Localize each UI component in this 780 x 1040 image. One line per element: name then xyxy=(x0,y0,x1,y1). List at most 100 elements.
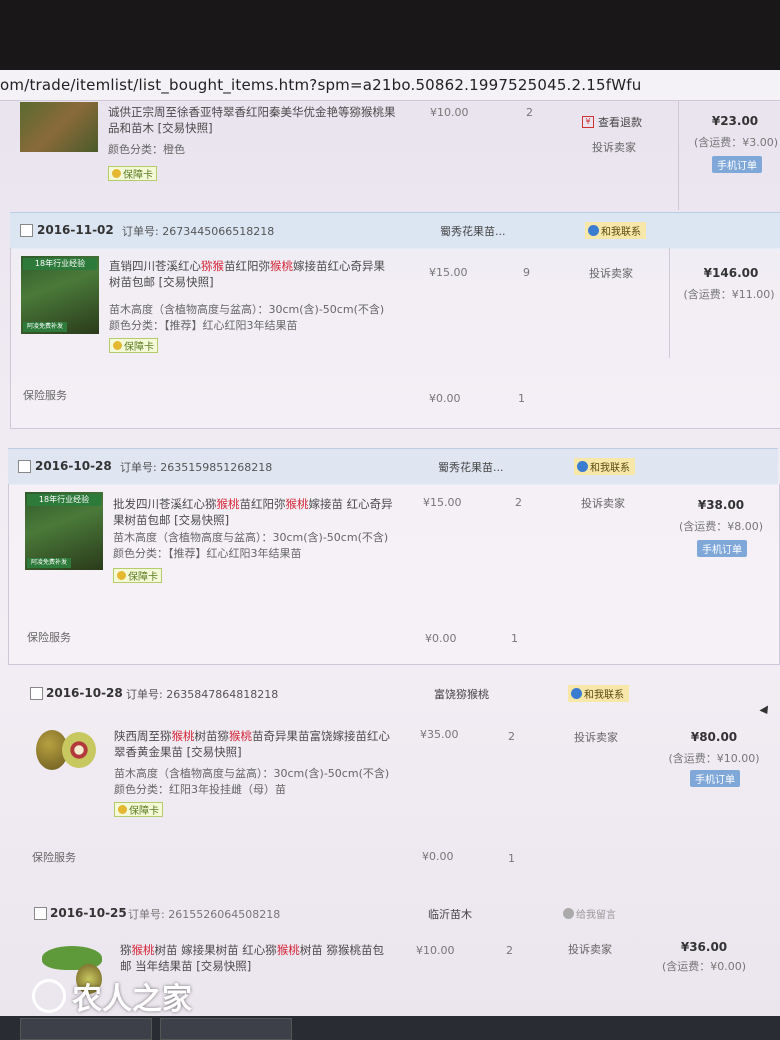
order-checkbox[interactable] xyxy=(18,460,31,473)
chat-icon xyxy=(563,908,574,919)
title-part: 批发四川苍溪红心猕 xyxy=(113,497,217,511)
insure-tag[interactable]: 保障卡 xyxy=(109,338,158,353)
mobile-order-badge: 手机订单 xyxy=(697,538,747,557)
item-title[interactable]: 诚供正宗周至徐香亚特翠香红阳秦美华优金艳等猕猴桃果品和苗木 [交易快照] xyxy=(108,104,398,136)
contact-label: 和我联系 xyxy=(601,227,641,238)
thumb-banner: 18年行业经验 xyxy=(23,258,97,270)
item-attr: 苗木高度（含植物高度与盆高）：30cm(含)-50cm(不含) 颜色分类：【推荐… xyxy=(109,303,385,332)
taskbar-app-1[interactable] xyxy=(20,1018,152,1040)
address-bar[interactable]: om/trade/itemlist/list_bought_items.htm?… xyxy=(0,70,780,101)
mobile-badge-label: 手机订单 xyxy=(697,540,747,557)
column-divider xyxy=(669,248,670,358)
contact-seller-button[interactable]: 和我联系 xyxy=(585,222,646,239)
quantity: 2 xyxy=(515,496,522,509)
contact-label: 和我联系 xyxy=(590,463,630,474)
order-checkbox[interactable] xyxy=(30,687,43,700)
quantity: 2 xyxy=(506,944,513,957)
url-text[interactable]: om/trade/itemlist/list_bought_items.htm?… xyxy=(0,76,641,94)
order-checkbox[interactable] xyxy=(34,907,47,920)
title-highlight: 猴桃 xyxy=(276,943,300,957)
product-thumbnail[interactable]: 18年行业经验 阿凌免费补发 xyxy=(25,492,103,570)
order-number-value: 2615526064508218 xyxy=(168,908,281,921)
taskbar xyxy=(0,1016,780,1040)
complain-seller[interactable]: 投诉卖家 xyxy=(592,140,636,156)
item-attr: 苗木高度（含植物高度与盆高）：30cm(含)-50cm(不含) 颜色分类：红阳3… xyxy=(114,767,390,796)
complain-seller[interactable]: 投诉卖家 xyxy=(574,730,618,746)
thumb-footer: 阿凌免费补发 xyxy=(27,558,71,568)
mobile-order-badge: 手机订单 xyxy=(712,154,762,173)
order-number-value: 2635847864818218 xyxy=(166,688,279,701)
unit-price: ¥35.00 xyxy=(420,728,459,741)
insurance-service-price: ¥0.00 xyxy=(425,632,457,645)
item-title[interactable]: 猕猴桃树苗 嫁接果树苗 红心猕猴桃树苗 猕猴桃苗包邮 当年结果苗 [交易快照] xyxy=(120,942,394,974)
order-body: 18年行业经验 阿凌免费补发 直销四川苍溪红心猕猴苗红阳弥猴桃嫁接苗红心奇异果树… xyxy=(10,248,780,429)
item-title[interactable]: 批发四川苍溪红心猕猴桃苗红阳弥猴桃嫁接苗 红心奇异果树苗包邮 [交易快照] xyxy=(113,496,399,528)
watermark-text: 农人之家 xyxy=(72,982,192,1017)
insure-tag[interactable]: 保障卡 xyxy=(114,802,163,817)
order-number: 订单号: 2635159851268218 xyxy=(120,459,272,475)
mobile-badge-label: 手机订单 xyxy=(690,770,740,787)
insure-tag[interactable]: 保障卡 xyxy=(113,568,162,583)
item-title[interactable]: 直销四川苍溪红心猕猴苗红阳弥猴桃嫁接苗红心奇异果树苗包邮 [交易快照] xyxy=(109,258,395,290)
complain-seller[interactable]: 投诉卖家 xyxy=(589,266,633,282)
product-thumbnail[interactable] xyxy=(20,102,98,152)
top-item-row: 诚供正宗周至徐香亚特翠香红阳秦美华优金艳等猕猴桃果品和苗木 [交易快照] 颜色分… xyxy=(10,100,780,210)
chat-icon xyxy=(577,461,588,472)
complain-seller[interactable]: 投诉卖家 xyxy=(581,496,625,512)
order-total: ¥38.00 xyxy=(697,498,745,512)
title-part: 苗红阳弥 xyxy=(224,259,270,273)
column-divider xyxy=(678,100,679,210)
order-number-label: 订单号: xyxy=(128,908,165,921)
order-number-value: 2635159851268218 xyxy=(160,461,273,474)
quantity: 2 xyxy=(526,106,533,119)
product-thumbnail[interactable]: 18年行业经验 阿凌免费补发 xyxy=(21,256,99,334)
shipping-fee: (含运费：¥8.00) xyxy=(678,520,764,533)
insure-tag[interactable]: 保障卡 xyxy=(108,166,157,181)
taskbar-app-2[interactable] xyxy=(160,1018,292,1040)
thumb-banner: 18年行业经验 xyxy=(27,494,101,506)
order-body: 18年行业经验 阿凌免费补发 批发四川苍溪红心猕猴桃苗红阳弥猴桃嫁接苗 红心奇异… xyxy=(8,484,780,665)
contact-seller-button[interactable]: 和我联系 xyxy=(574,458,635,475)
shipping-fee: (含运费：¥10.00) xyxy=(668,752,760,765)
insure-label: 保障卡 xyxy=(124,342,154,353)
unit-price: ¥10.00 xyxy=(430,106,469,119)
complain-seller[interactable]: 投诉卖家 xyxy=(568,942,612,958)
insurance-service-label: 保险服务 xyxy=(32,851,76,864)
order-number-label: 订单号: xyxy=(126,688,163,701)
product-thumbnail[interactable] xyxy=(32,724,98,774)
contact-label: 和我联系 xyxy=(584,690,624,701)
title-part: 猕 xyxy=(120,943,132,957)
shop-name[interactable]: 蜀秀花果苗... xyxy=(438,459,504,475)
refund-link[interactable]: ¥ 查看退款 xyxy=(582,114,642,130)
shop-name[interactable]: 蜀秀花果苗... xyxy=(440,223,506,239)
insurance-service-price: ¥0.00 xyxy=(429,392,461,405)
contact-seller-button[interactable]: 和我联系 xyxy=(568,685,629,702)
insurance-service-label: 保险服务 xyxy=(23,389,67,402)
refund-label: 查看退款 xyxy=(598,116,642,129)
shipping-fee: (含运费：¥0.00) xyxy=(661,960,747,973)
order-header: 2016-11-02 订单号: 2673445066518218 蜀秀花果苗..… xyxy=(10,212,780,249)
item-title[interactable]: 陕西周至猕猴桃树苗猕猴桃苗奇异果苗富饶嫁接苗红心翠香黄金果苗 [交易快照] xyxy=(114,728,394,760)
order-header: 2016-10-28 订单号: 2635847864818218 富饶猕猴桃 和… xyxy=(10,676,780,712)
shop-name[interactable]: 临沂苗木 xyxy=(428,906,472,922)
shipping-fee: (含运费：¥11.00) xyxy=(683,288,775,301)
title-highlight: 猕猴 xyxy=(201,259,224,273)
mobile-order-badge: 手机订单 xyxy=(690,768,740,787)
insurance-service-label: 保险服务 xyxy=(27,631,71,644)
title-highlight: 猴桃 xyxy=(131,943,155,957)
quantity: 9 xyxy=(523,266,530,279)
title-highlight: 猴桃 xyxy=(216,497,240,511)
order-header: 2016-10-25 订单号: 2615526064508218 临沂苗木 给我… xyxy=(10,896,780,932)
order-checkbox[interactable] xyxy=(20,224,33,237)
insurance-service-qty: 1 xyxy=(511,632,518,645)
insure-label: 保障卡 xyxy=(129,806,159,817)
insure-label: 保障卡 xyxy=(123,170,153,181)
insurance-service-qty: 1 xyxy=(508,852,515,865)
item-attr: 颜色分类：橙色 xyxy=(108,143,185,156)
contact-seller-button[interactable]: 给我留言 xyxy=(560,905,621,922)
chat-icon xyxy=(588,225,599,236)
insure-icon xyxy=(118,805,127,814)
shop-name[interactable]: 富饶猕猴桃 xyxy=(434,686,489,702)
order-number-value: 2673445066518218 xyxy=(162,225,275,238)
shipping-fee: (含运费：¥3.00) xyxy=(693,136,779,149)
